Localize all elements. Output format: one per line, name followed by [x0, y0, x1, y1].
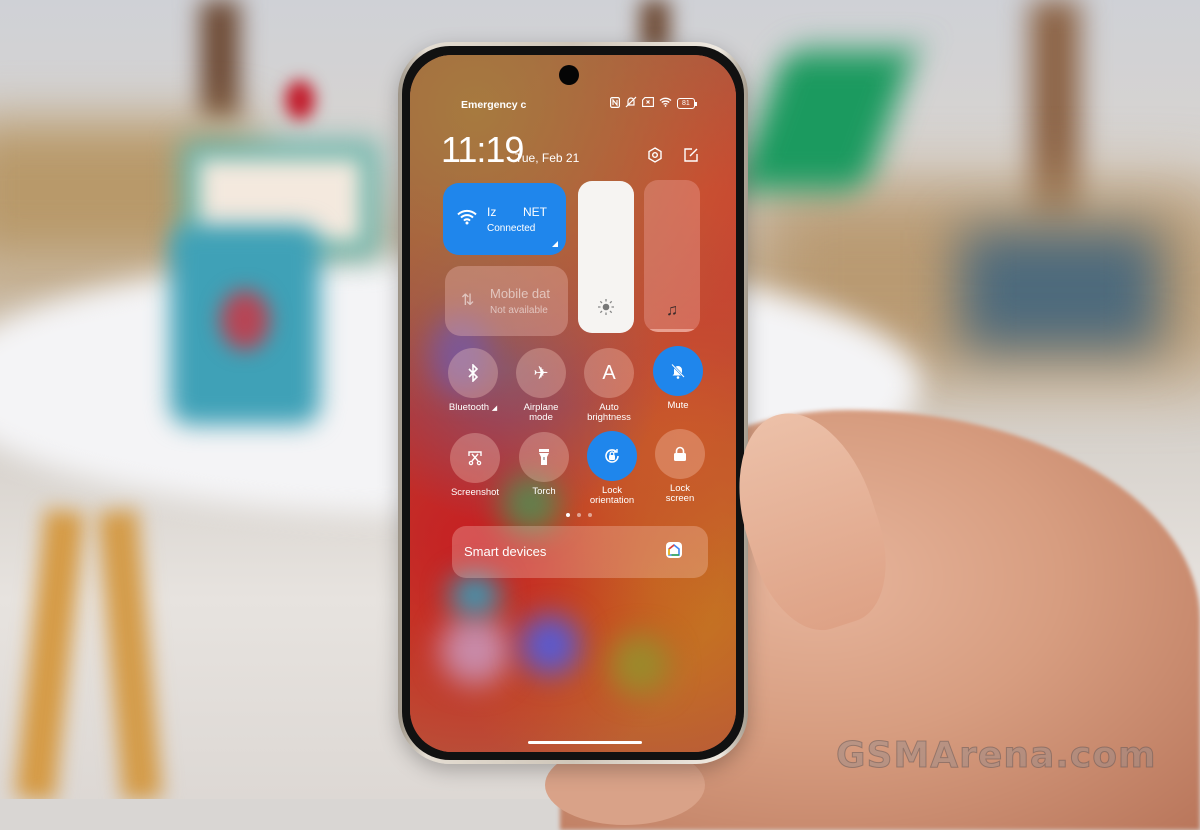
torch-icon — [519, 432, 569, 482]
page-indicator — [566, 513, 592, 517]
google-home-icon — [666, 542, 682, 558]
toggle-label: Screenshot — [450, 487, 500, 498]
toggle-lock-screen[interactable]: Lock screen — [640, 429, 720, 504]
sun-icon — [578, 298, 634, 321]
screenshot-icon — [450, 433, 500, 483]
bell-off-icon — [653, 346, 703, 396]
front-camera — [559, 65, 579, 85]
control-center-screen: Emergency c 81 11:19 Tue, Feb 21 Iz NET … — [410, 55, 736, 752]
bluetooth-icon — [448, 348, 498, 398]
volume-fill — [644, 328, 700, 332]
watermark: GSMArena.com — [836, 735, 1157, 777]
smart-devices-label: Smart devices — [464, 544, 547, 559]
status-icons: 81 — [610, 96, 697, 111]
mobile-data-label: Mobile dat — [490, 286, 550, 301]
brightness-slider[interactable] — [578, 181, 634, 333]
nfc-icon — [610, 96, 621, 111]
auto-brightness-icon: A — [584, 348, 634, 398]
clock: 11:19 — [441, 129, 524, 170]
settings-hex-icon[interactable] — [646, 146, 664, 164]
mobile-data-tile[interactable]: ⇅ Mobile dat Not available — [445, 266, 568, 336]
bell-off-icon — [625, 96, 637, 111]
home-indicator[interactable] — [528, 741, 642, 744]
page-dot[interactable] — [566, 513, 570, 517]
page-dot[interactable] — [577, 513, 581, 517]
toggle-label: Airplane mode — [523, 402, 559, 423]
battery-icon: 81 — [677, 98, 697, 109]
rotation-lock-icon — [587, 431, 637, 481]
wifi-status: Connected — [487, 223, 536, 234]
page-dot[interactable] — [588, 513, 592, 517]
toggle-label: Lock screen — [665, 483, 695, 504]
wifi-network-name: Iz NET — [487, 205, 548, 219]
toggle-mute[interactable]: Mute — [638, 346, 718, 411]
toggle-label: Auto brightness — [587, 402, 631, 423]
toggle-auto-brightness[interactable]: A Auto brightness — [569, 348, 649, 423]
music-note-icon: ♫ — [666, 302, 678, 319]
mobile-data-status: Not available — [490, 305, 548, 316]
toggle-label: Bluetooth — [448, 402, 490, 413]
sim-off-icon — [642, 97, 654, 110]
edit-icon[interactable] — [682, 146, 700, 164]
wifi-expand-icon[interactable] — [552, 241, 558, 247]
data-transfer-icon: ⇅ — [461, 292, 475, 309]
wifi-icon — [457, 209, 477, 230]
airplane-icon: ✈ — [516, 348, 566, 398]
toggle-label: Lock orientation — [589, 485, 635, 506]
volume-slider[interactable]: ♫ — [644, 180, 700, 332]
wifi-tile[interactable]: Iz NET Connected — [443, 183, 566, 255]
smart-devices-tile[interactable]: Smart devices — [452, 526, 708, 578]
carrier-text: Emergency c — [461, 99, 527, 111]
bluetooth-menu-icon[interactable]: ◢ — [492, 405, 497, 412]
lock-icon — [655, 429, 705, 479]
wifi-icon — [659, 97, 672, 110]
toggle-screenshot[interactable]: Screenshot — [435, 433, 515, 498]
date: Tue, Feb 21 — [515, 151, 580, 165]
toggle-label: Mute — [667, 400, 689, 411]
